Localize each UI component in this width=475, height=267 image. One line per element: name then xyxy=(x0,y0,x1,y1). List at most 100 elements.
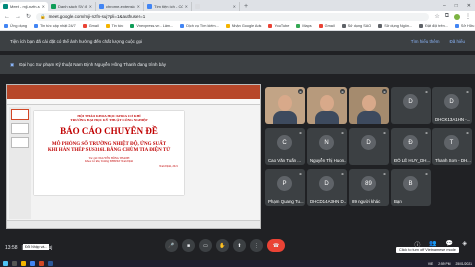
participant-avatar: C xyxy=(277,135,292,150)
chrome-icon[interactable] xyxy=(30,261,35,266)
bookmark-icon xyxy=(341,24,346,28)
slide-org-line2: TRƯỜNG ĐẠI HỌC KỸ THUẬT CÔNG NGHIỆP xyxy=(70,118,148,122)
mic-muted-icon: ⊘ xyxy=(424,130,429,135)
present-button[interactable]: ⬆ xyxy=(233,239,246,252)
bookmark-label: Vnexpress.vn - Lâm... xyxy=(136,24,174,28)
mic-muted-icon: ⊘ xyxy=(340,171,345,176)
bookmark-icon xyxy=(378,24,383,28)
bookmark-icon xyxy=(105,24,110,28)
bookmark-item[interactable]: Đặt đội trên... xyxy=(419,24,448,28)
camera-icon: ■ xyxy=(186,242,191,249)
bookmark-item[interactable]: Maps xyxy=(296,24,312,28)
bookmark-item[interactable]: Tin tức cập nhật 24/7 xyxy=(33,24,76,28)
participant-tile[interactable]: N ⊘ Nguyễn Thị Huon... xyxy=(307,128,347,165)
participant-tile[interactable]: ⊘ xyxy=(307,87,347,124)
participant-tile[interactable]: D ⊘ DHCD14A3HN D... xyxy=(307,169,347,206)
new-tab-button[interactable]: + xyxy=(240,2,252,11)
search-icon[interactable] xyxy=(12,261,17,266)
slide-title: BÁO CÁO CHUYÊN ĐỀ xyxy=(60,126,158,136)
browser-tab[interactable]: chrome-extension://appoint✕ xyxy=(96,2,144,11)
learn-more-link[interactable]: Tìm hiểu thêm xyxy=(411,39,440,44)
bookmark-label: Sử dụng SAO xyxy=(347,24,372,28)
bookmark-item[interactable]: Gmail xyxy=(318,24,335,28)
tab-close-icon[interactable]: ✕ xyxy=(42,4,45,9)
more-options-button[interactable]: ⋮ xyxy=(250,239,263,252)
mic-muted-icon: ⊘ xyxy=(298,89,303,94)
captions-button[interactable]: ▭ xyxy=(199,239,212,252)
tab-close-icon[interactable]: ✕ xyxy=(233,4,236,9)
bookmark-item[interactable]: YouTube xyxy=(268,24,289,28)
explorer-icon[interactable] xyxy=(21,261,26,266)
reload-icon[interactable]: ↻ xyxy=(26,13,31,20)
browser-tab[interactable]: Meet - mji-nzfn-suj ✕ xyxy=(0,2,48,11)
window-controls: – □ ✕ xyxy=(443,0,475,11)
word-icon[interactable] xyxy=(48,261,53,266)
participant-tile[interactable]: ⊘ xyxy=(265,87,305,124)
tab-close-icon[interactable]: ✕ xyxy=(137,4,140,9)
close-icon[interactable]: ✕ xyxy=(467,3,471,9)
browser-tabstrip: Meet - mji-nzfn-suj✕Danh sách SV đăng ký… xyxy=(0,0,475,11)
participant-tile[interactable]: Đ ⊘ ĐỖ LÊ HUY_DH... xyxy=(391,128,431,165)
activities-icon[interactable]: ◈ xyxy=(462,240,467,249)
raise-hand-button[interactable]: ✋ xyxy=(216,239,229,252)
bookmark-icon xyxy=(419,24,424,28)
bookmark-icon xyxy=(268,24,273,28)
dismiss-button[interactable]: Đã hiểu xyxy=(449,39,465,44)
participant-tile[interactable]: C ⊘ Cao Văn Tuấn ... xyxy=(265,128,305,165)
participant-tile[interactable]: 89 ⊘ 89 người khác xyxy=(349,169,389,206)
bookmark-item[interactable]: Nhận Google Ads xyxy=(225,24,261,28)
bookmark-label: Gmail xyxy=(324,24,335,28)
omnibox[interactable]: 🔒 meet.google.com/mji-nzfn-suj?pli=1&aut… xyxy=(36,12,430,21)
tab-close-icon[interactable]: ✕ xyxy=(89,4,92,9)
bookmark-icon xyxy=(180,24,185,28)
browser-tab[interactable]: Tìm tiện ích - Cửa hàng Chrome trự✕ xyxy=(144,2,192,11)
menu-icon[interactable]: ⋮ xyxy=(465,13,471,20)
clock-date: 25/01/2021 xyxy=(455,261,472,266)
bookmark-item[interactable]: Ứng dụng xyxy=(4,24,27,28)
back-icon[interactable]: ← xyxy=(4,14,10,20)
hand-icon: ✋ xyxy=(219,242,226,249)
forward-icon[interactable]: → xyxy=(15,14,21,20)
star-icon[interactable]: ☆ xyxy=(434,13,439,20)
mic-button[interactable]: 🎤 xyxy=(165,239,178,252)
browser-tab[interactable]: Danh sách SV đăng ký tham dự✕ xyxy=(48,2,96,11)
participant-tile[interactable]: D ⊘ DHCK13A1HN -... xyxy=(432,87,472,124)
bookmark-item[interactable]: Sử dụng Ngôn... xyxy=(378,24,412,28)
tab-favicon-icon xyxy=(195,4,200,9)
powerpoint-icon[interactable] xyxy=(39,261,44,266)
slide-thumbnails xyxy=(9,107,31,219)
bookmark-icon xyxy=(130,24,135,28)
minimize-icon[interactable]: – xyxy=(443,3,446,9)
url-text: meet.google.com/mji-nzfn-suj?pli=1&authu… xyxy=(48,14,146,19)
slide-subtitle-1: MÔ PHỎNG SỐ TRƯỜNG NHIỆT ĐỘ, ỨNG SUẤT xyxy=(51,142,167,147)
maximize-icon[interactable]: □ xyxy=(455,3,458,9)
tab-close-icon[interactable]: ✕ xyxy=(185,4,188,9)
participant-tile[interactable]: D ⊘ xyxy=(391,87,431,124)
browser-tab[interactable]: ✕ xyxy=(192,2,240,11)
participant-avatar: D xyxy=(361,135,376,150)
bookmark-item[interactable]: Sở Hữu | Modular... xyxy=(454,24,475,28)
camera-button[interactable]: ■ xyxy=(182,239,195,252)
participant-tile[interactable]: P ⊘ Phạm Quang Tu... xyxy=(265,169,305,206)
participant-tile[interactable]: ⊘ xyxy=(349,87,389,124)
bookmark-item[interactable]: Dịch vụ Tìm kiếm... xyxy=(180,24,219,28)
windows-taskbar: VIE 2:59 PM 25/01/2021 xyxy=(0,260,475,267)
participant-video xyxy=(362,95,376,111)
bookmark-label: Đặt đội trên... xyxy=(425,24,448,28)
mic-muted-icon: ⊘ xyxy=(298,130,303,135)
language-indicator[interactable]: VIE xyxy=(428,262,433,266)
extensions-icon[interactable]: ⧉ xyxy=(445,13,449,20)
leave-call-button[interactable]: ☎ xyxy=(267,239,285,252)
participant-tile[interactable]: B ⊘ Bạn xyxy=(391,169,431,206)
bookmark-item[interactable]: Vnexpress.vn - Lâm... xyxy=(130,24,173,28)
bookmark-item[interactable]: Tin tức xyxy=(105,24,123,28)
bookmark-label: Gmail xyxy=(88,24,99,28)
participant-name: Phạm Quang Tu... xyxy=(268,199,304,204)
bookmark-item[interactable]: Sử dụng SAO xyxy=(341,24,372,28)
windows-start-icon[interactable] xyxy=(3,261,8,266)
participant-tile[interactable]: T ⊘ Thanh Sơn - DH... xyxy=(432,128,472,165)
participant-tile[interactable]: D ⊘ xyxy=(349,128,389,165)
profile-avatar[interactable] xyxy=(454,13,460,20)
present-icon: ▣ xyxy=(10,61,15,67)
bookmark-item[interactable]: Gmail xyxy=(82,24,99,28)
